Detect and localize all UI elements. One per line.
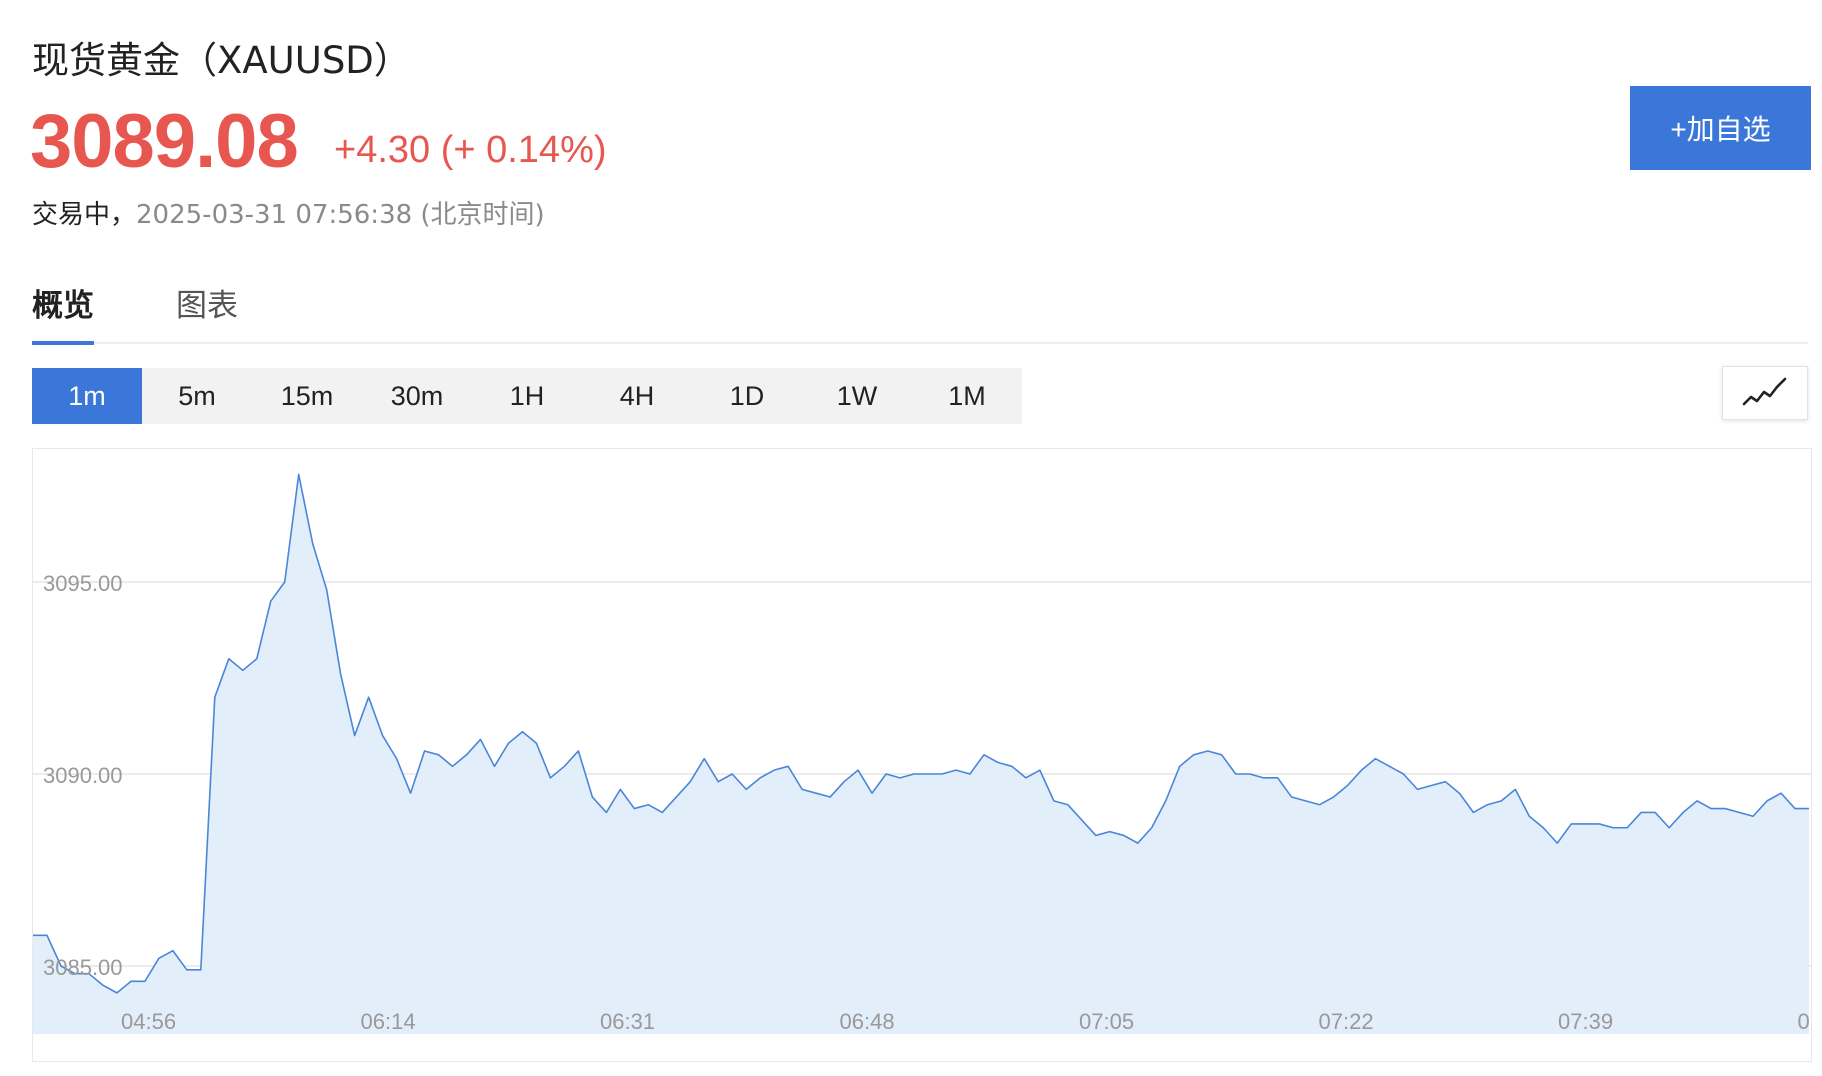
- status-label: 交易中，: [32, 200, 137, 230]
- price-chart[interactable]: 3085.00 3090.00 3095.00 04:56 06:14 06:31 06:4…: [32, 448, 1812, 1062]
- price-change: +4.30 (+ 0.14%): [334, 129, 607, 171]
- x-tick-label: 06:48: [840, 1009, 895, 1034]
- y-tick-label: 3095.00: [43, 571, 123, 596]
- interval-1w[interactable]: 1W: [802, 368, 912, 424]
- interval-selector: 1m 5m 15m 30m 1H 4H 1D 1W 1M: [32, 368, 1022, 424]
- tab-bar: 概览 图表: [32, 276, 1808, 345]
- interval-1d[interactable]: 1D: [692, 368, 802, 424]
- interval-15m[interactable]: 15m: [252, 368, 362, 424]
- y-tick-label: 3090.00: [43, 763, 123, 788]
- interval-1mo[interactable]: 1M: [912, 368, 1022, 424]
- x-tick-label: 07:5: [1798, 1009, 1812, 1034]
- x-tick-label: 06:31: [600, 1009, 655, 1034]
- interval-30m[interactable]: 30m: [362, 368, 472, 424]
- timestamp: 2025-03-31 07:56:38 (北京时间): [136, 200, 545, 230]
- page-title: 现货黄金（XAUUSD）: [32, 39, 411, 82]
- interval-4h[interactable]: 4H: [582, 368, 692, 424]
- tab-overview[interactable]: 概览: [32, 280, 94, 345]
- price-chart-svg: 3085.00 3090.00 3095.00 04:56 06:14 06:31 06:4…: [33, 473, 1812, 1035]
- x-tick-label: 07:22: [1319, 1009, 1374, 1034]
- x-tick-label: 06:14: [361, 1009, 416, 1034]
- x-tick-label: 07:05: [1079, 1009, 1134, 1034]
- price-area: [33, 474, 1809, 1035]
- tab-chart[interactable]: 图表: [176, 280, 238, 341]
- add-to-watchlist-button[interactable]: +加自选: [1630, 86, 1811, 170]
- trading-status: 交易中，2025-03-31 07:56:38 (北京时间): [32, 194, 545, 231]
- y-tick-label: 3085.00: [43, 955, 123, 980]
- line-chart-icon: [1742, 377, 1787, 406]
- interval-1m[interactable]: 1m: [32, 368, 142, 424]
- current-price: 3089.08: [30, 99, 299, 184]
- x-tick-label: 04:56: [121, 1009, 176, 1034]
- chart-type-button[interactable]: [1722, 366, 1808, 420]
- x-tick-label: 07:39: [1558, 1009, 1613, 1034]
- interval-1h[interactable]: 1H: [472, 368, 582, 424]
- interval-5m[interactable]: 5m: [142, 368, 252, 424]
